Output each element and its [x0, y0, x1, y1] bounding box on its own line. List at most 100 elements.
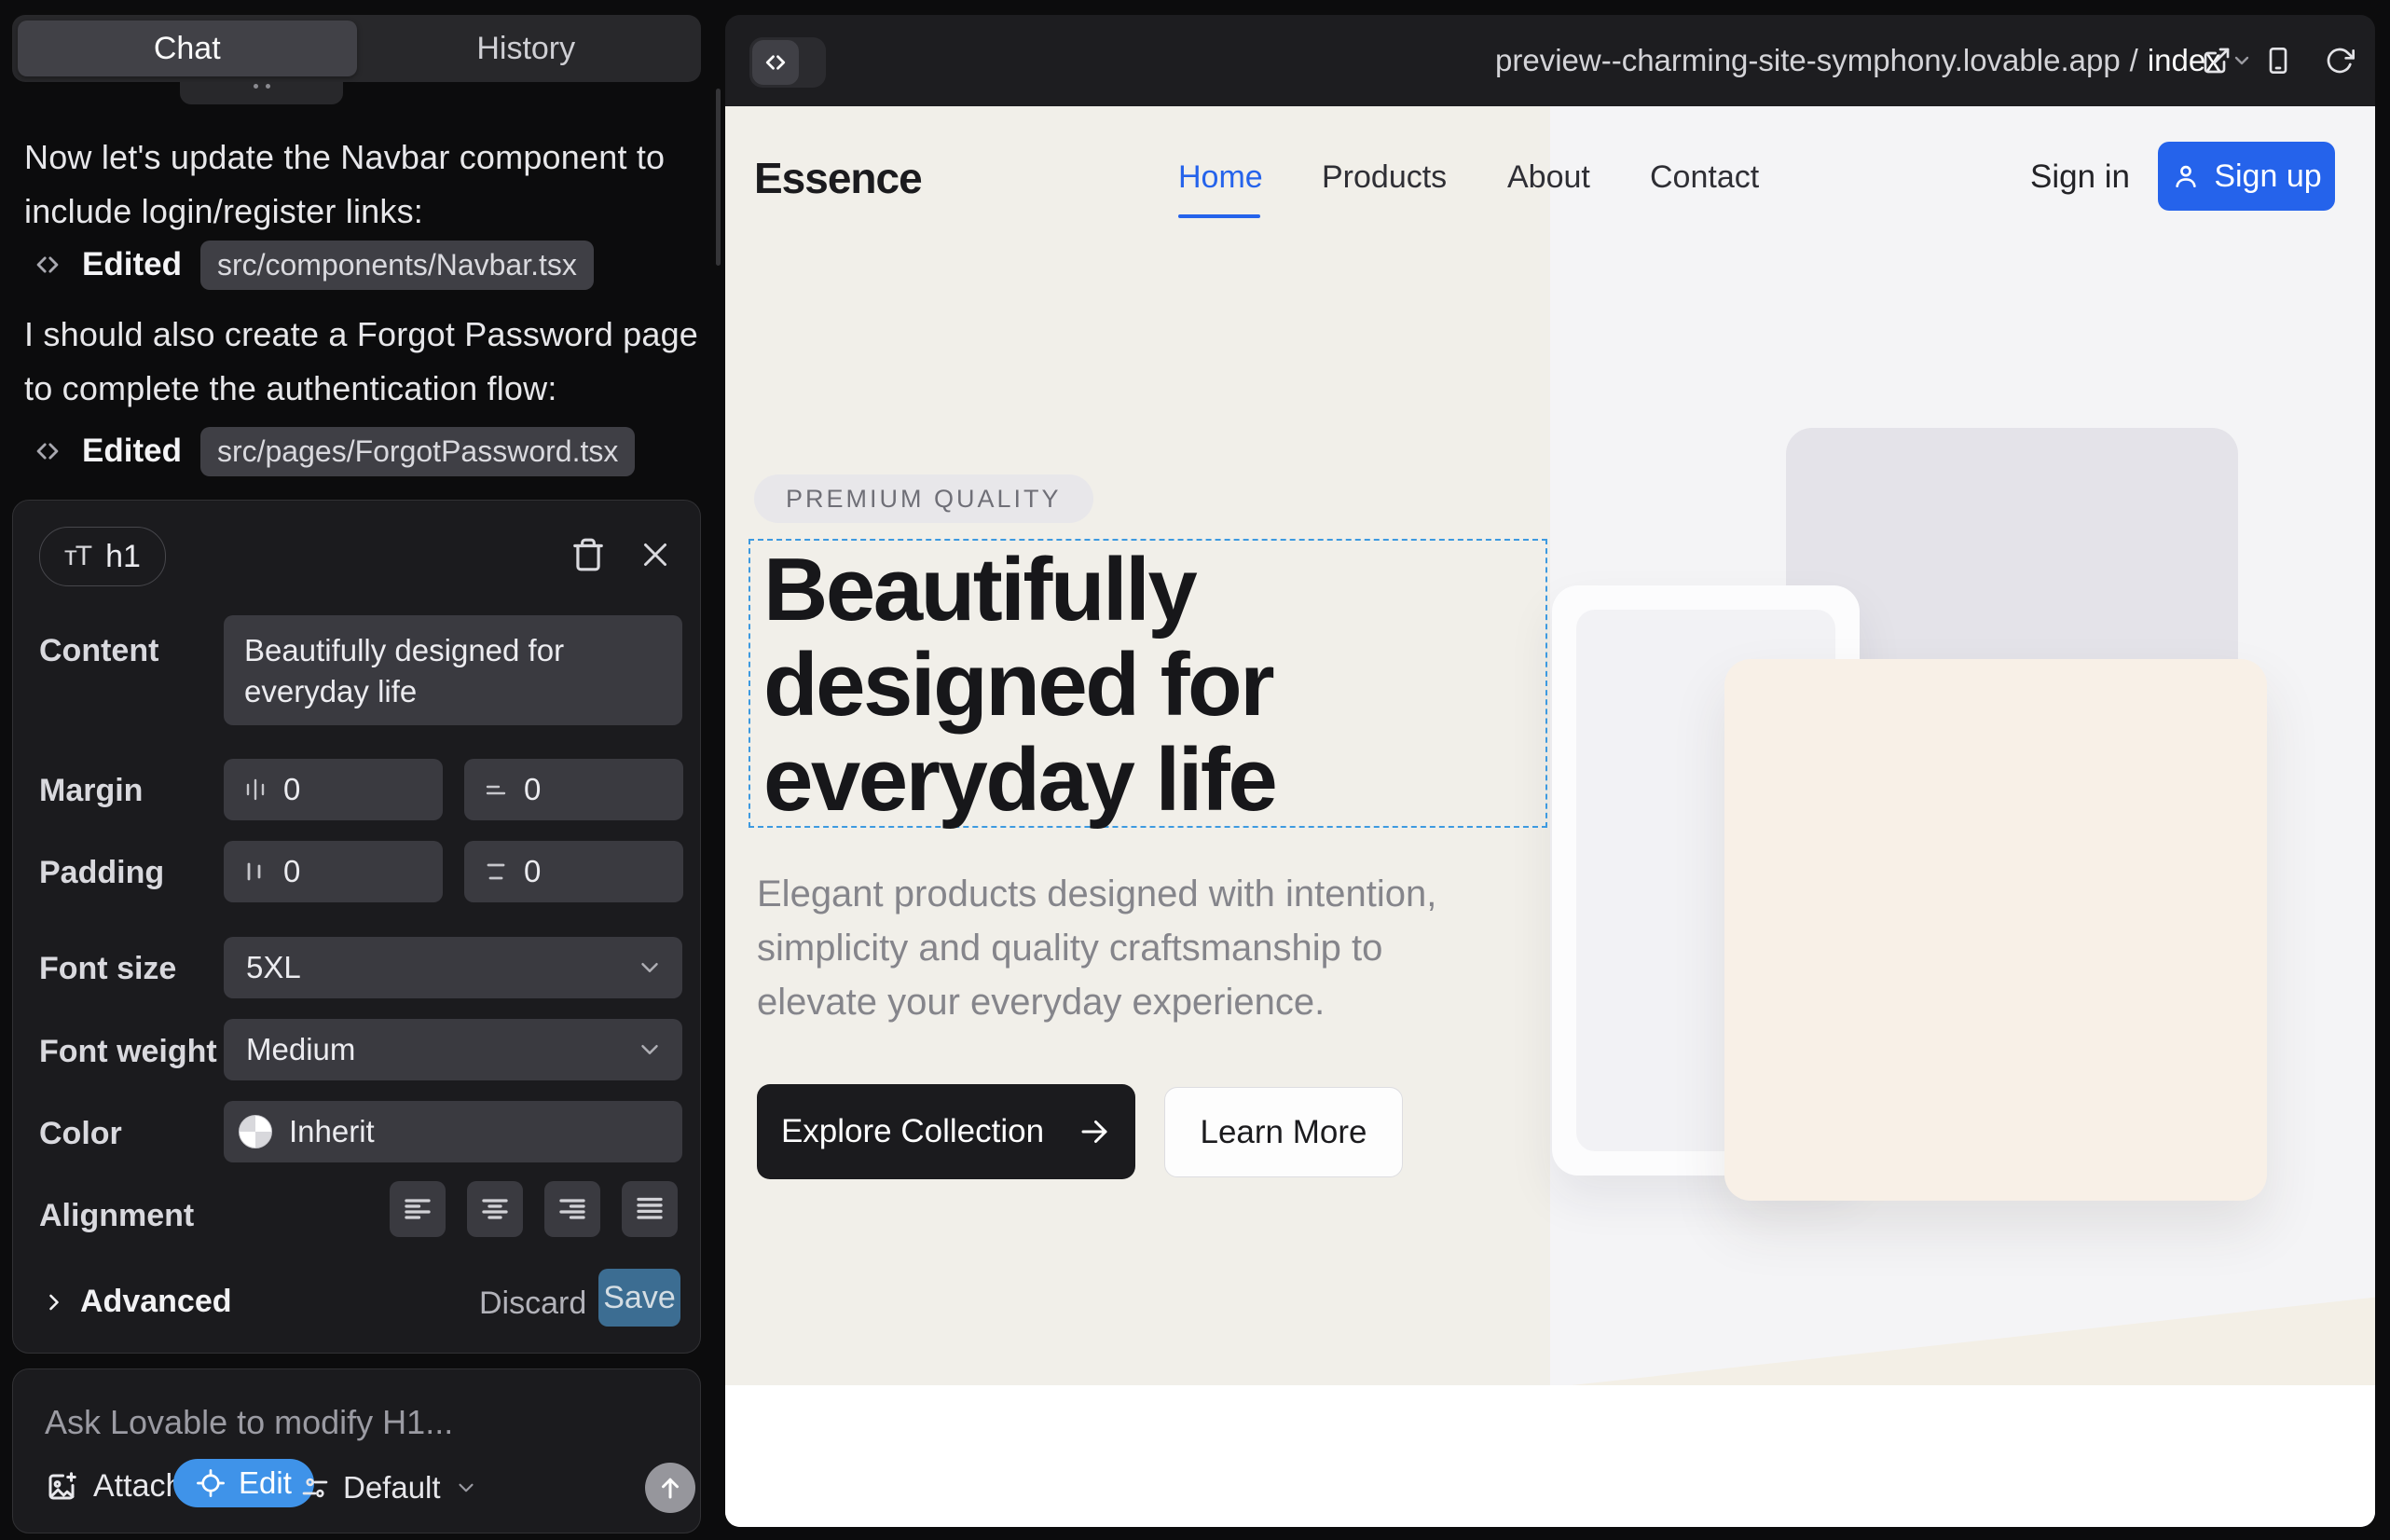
discard-button[interactable]: Discard: [479, 1286, 586, 1322]
hero-heading[interactable]: Beautifully designed for everyday life: [763, 543, 1275, 828]
file-chip[interactable]: src/pages/ForgotPassword.tsx: [200, 427, 635, 476]
scrolled-message-pill[interactable]: [180, 82, 343, 104]
chevron-down-icon: [454, 1476, 478, 1500]
site-logo[interactable]: Essence: [754, 153, 922, 203]
font-weight-label: Font weight: [39, 1034, 217, 1070]
learn-more-button[interactable]: Learn More: [1164, 1087, 1403, 1177]
element-tag: h1: [105, 539, 141, 575]
color-value: Inherit: [289, 1114, 375, 1149]
save-button[interactable]: Save: [598, 1269, 680, 1327]
tab-chat-label: Chat: [154, 31, 221, 67]
open-external-button[interactable]: [2202, 46, 2232, 76]
close-panel-button[interactable]: [633, 532, 678, 577]
mobile-view-button[interactable]: [2263, 46, 2293, 76]
font-size-select[interactable]: 5XL: [224, 937, 682, 998]
file-chip[interactable]: src/components/Navbar.tsx: [200, 241, 594, 290]
nav-products[interactable]: Products: [1322, 159, 1447, 196]
font-weight-value: Medium: [246, 1032, 355, 1067]
advanced-label: Advanced: [80, 1284, 232, 1320]
content-textarea[interactable]: Beautifully designed for everyday life: [224, 615, 682, 725]
arrow-up-icon: [656, 1474, 684, 1502]
nav-home[interactable]: Home: [1178, 159, 1263, 196]
tab-history-label: History: [476, 31, 575, 67]
margin-x-value: 0: [283, 772, 300, 807]
padding-y-input[interactable]: 0: [464, 841, 683, 902]
padding-y-value: 0: [524, 854, 541, 889]
alignment-buttons: [390, 1181, 678, 1237]
refresh-button[interactable]: [2325, 46, 2355, 76]
user-icon: [2171, 161, 2201, 191]
padding-x-input[interactable]: 0: [224, 841, 443, 902]
padding-horizontal-icon: [242, 859, 268, 885]
nav-contact[interactable]: Contact: [1650, 159, 1759, 196]
sidebar-scrollbar[interactable]: [716, 89, 721, 266]
lovable-builder: Chat History Now let's update the Navbar…: [0, 0, 2390, 1540]
trash-icon: [570, 537, 606, 572]
font-size-label: Font size: [39, 951, 176, 987]
color-label: Color: [39, 1116, 122, 1152]
advanced-toggle[interactable]: Advanced: [41, 1284, 232, 1320]
sign-up-label: Sign up: [2214, 158, 2321, 195]
attach-button[interactable]: Attach: [45, 1468, 183, 1505]
edit-mode-button[interactable]: Edit: [173, 1459, 314, 1507]
chevron-right-icon: [41, 1289, 67, 1315]
align-left-button[interactable]: [390, 1181, 446, 1237]
edited-file-row[interactable]: Edited src/components/Navbar.tsx: [32, 241, 594, 289]
hero-paragraph: Elegant products designed with intention…: [757, 867, 1512, 1029]
align-center-button[interactable]: [467, 1181, 523, 1237]
url-bar[interactable]: preview--charming-site-symphony.lovable.…: [1495, 15, 2253, 106]
sign-up-button[interactable]: Sign up: [2158, 142, 2335, 211]
hero-heading-line: everyday life: [763, 733, 1275, 828]
mode-label: Default: [343, 1470, 441, 1506]
nav-home-underline: [1178, 214, 1260, 218]
tab-chat[interactable]: Chat: [18, 21, 357, 76]
assistant-message: I should also create a Forgot Password p…: [24, 308, 699, 416]
alignment-label: Alignment: [39, 1198, 194, 1234]
margin-vertical-icon: [483, 777, 509, 803]
delete-element-button[interactable]: [566, 532, 611, 577]
chat-history-tabbar: Chat History: [12, 15, 701, 82]
font-size-value: 5XL: [246, 950, 301, 985]
hero-heading-line: Beautifully: [763, 543, 1275, 638]
align-justify-button[interactable]: [622, 1181, 678, 1237]
explore-label: Explore Collection: [781, 1113, 1044, 1150]
nav-about[interactable]: About: [1507, 159, 1590, 196]
code-icon[interactable]: [752, 40, 799, 85]
edited-file-row[interactable]: Edited src/pages/ForgotPassword.tsx: [32, 427, 635, 475]
color-select[interactable]: Inherit: [224, 1101, 682, 1162]
color-swatch: [239, 1115, 272, 1148]
decor-card-cream: [1724, 659, 2267, 1201]
url-host: preview--charming-site-symphony.lovable.…: [1495, 43, 2121, 78]
url-separator: /: [2130, 43, 2138, 78]
browser-chrome: preview--charming-site-symphony.lovable.…: [725, 15, 2375, 106]
page-below-hero: [725, 1385, 2375, 1527]
target-icon: [196, 1468, 226, 1498]
chevron-down-icon: [636, 1036, 664, 1064]
model-mode-dropdown[interactable]: Default: [300, 1470, 478, 1506]
font-weight-select[interactable]: Medium: [224, 1019, 682, 1080]
image-plus-icon: [45, 1470, 78, 1504]
code-preview-toggle[interactable]: [749, 37, 826, 88]
margin-y-input[interactable]: 0: [464, 759, 683, 820]
close-icon: [639, 538, 672, 571]
site-viewport: Essence Home Products About Contact Sign…: [725, 106, 2375, 1527]
edited-label: Edited: [82, 433, 182, 470]
margin-y-value: 0: [524, 772, 541, 807]
premium-quality-badge: PREMIUM QUALITY: [754, 474, 1093, 523]
code-icon: [32, 249, 63, 281]
explore-collection-button[interactable]: Explore Collection: [757, 1084, 1135, 1179]
sign-in-link[interactable]: Sign in: [2030, 158, 2130, 196]
padding-label: Padding: [39, 855, 164, 891]
send-button[interactable]: [645, 1463, 695, 1513]
edit-label: Edit: [239, 1465, 292, 1501]
assistant-message: Now let's update the Navbar component to…: [24, 131, 699, 239]
margin-x-input[interactable]: 0: [224, 759, 443, 820]
arrow-right-icon: [1078, 1115, 1111, 1148]
composer-input[interactable]: Ask Lovable to modify H1...: [45, 1403, 453, 1442]
h1-selection-outline[interactable]: Beautifully designed for everyday life: [749, 539, 1547, 828]
tab-history[interactable]: History: [357, 21, 696, 76]
element-editor-panel: тT h1 Content Beautifully designed for e…: [12, 500, 701, 1354]
margin-horizontal-icon: [242, 777, 268, 803]
align-right-button[interactable]: [544, 1181, 600, 1237]
code-icon: [32, 435, 63, 467]
